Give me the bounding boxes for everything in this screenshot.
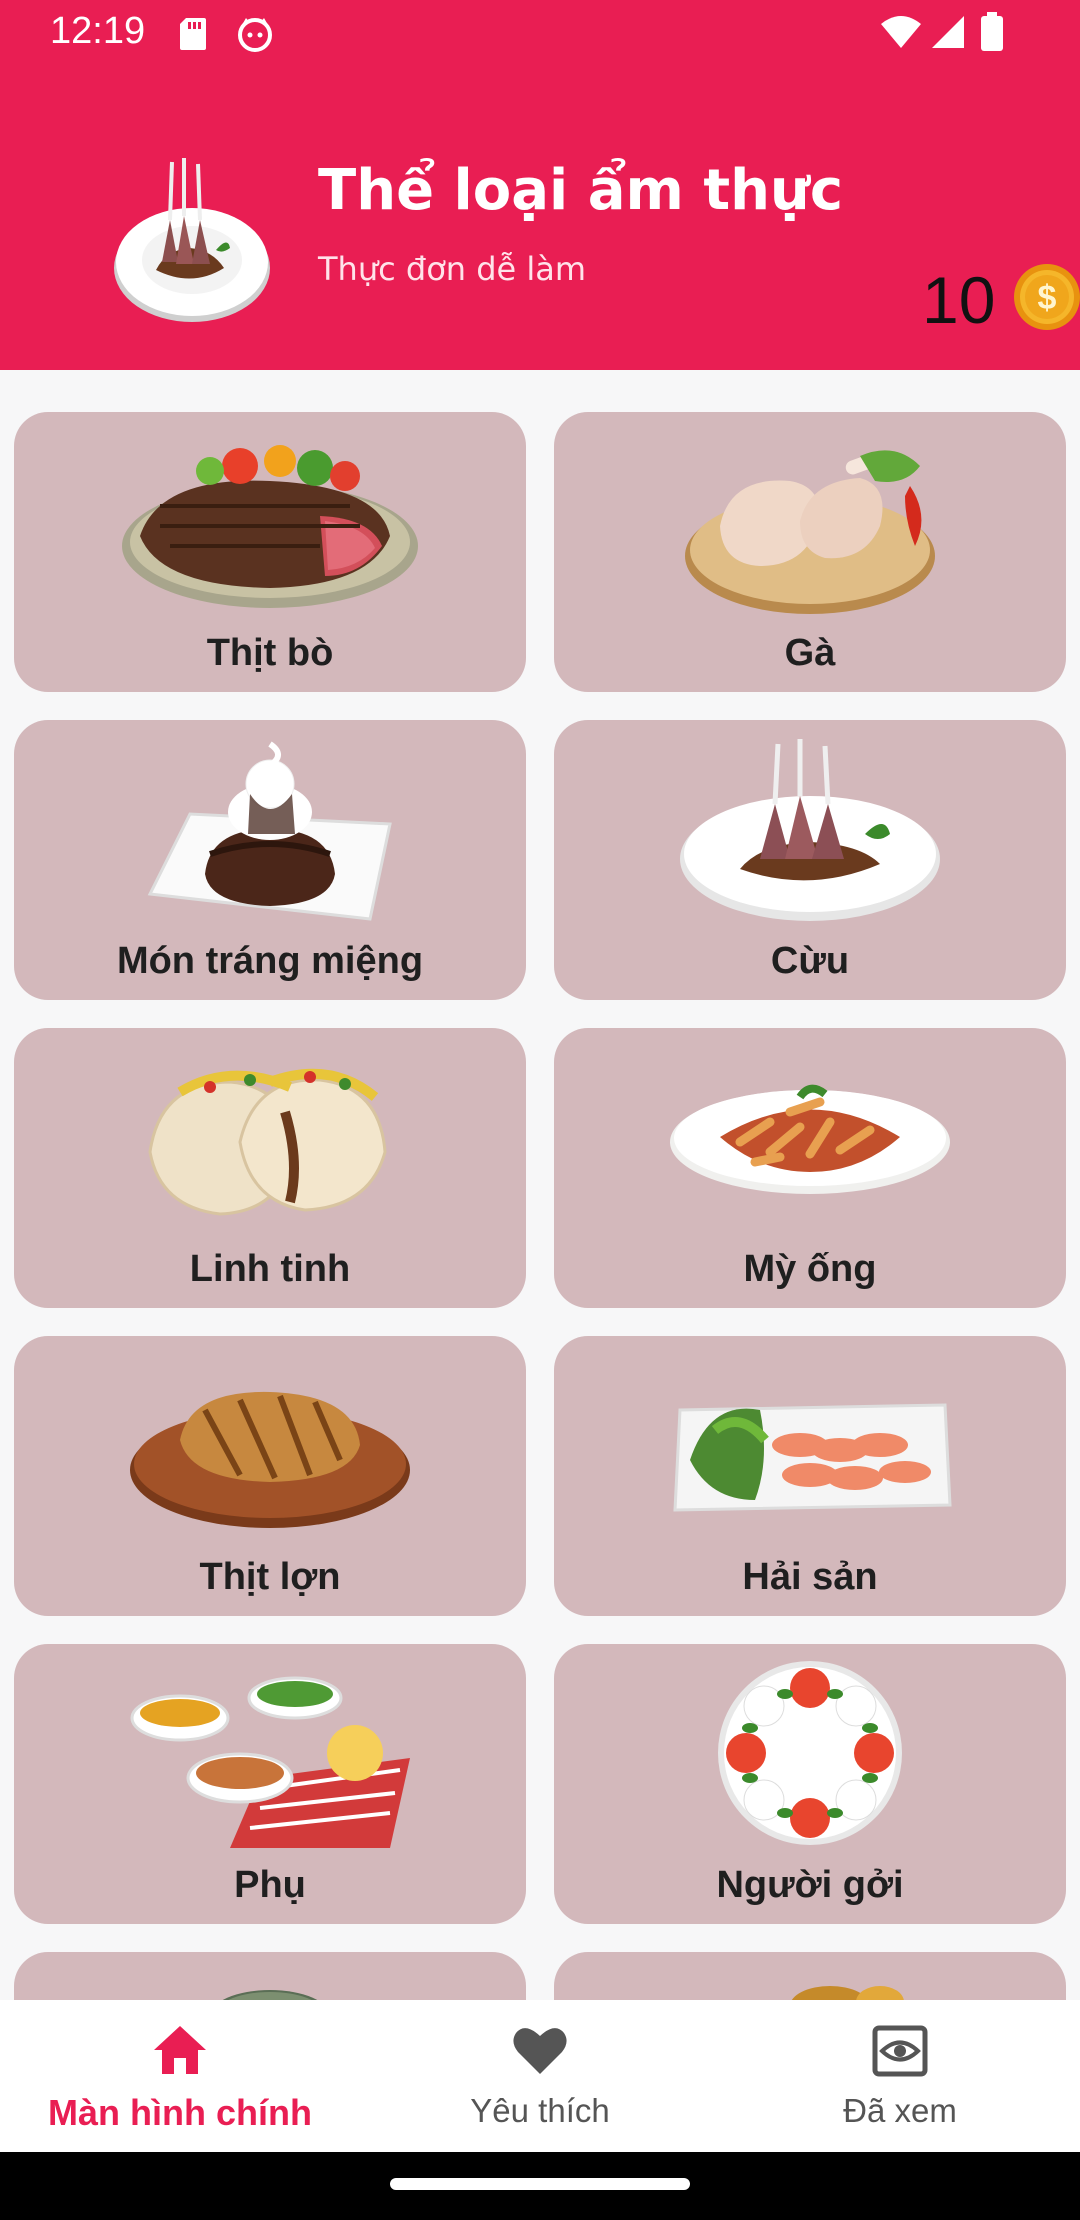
signal-icon	[932, 16, 964, 48]
nav-home[interactable]: Màn hình chính	[0, 2000, 360, 2152]
home-icon	[154, 2026, 206, 2074]
category-grid: Thịt bò Gà Món tráng miệng Cừu Linh tinh…	[14, 412, 1066, 2002]
caprese-icon	[718, 1661, 902, 1845]
lamb-plate-icon	[114, 158, 270, 322]
category-label: Phụ	[234, 1864, 306, 1906]
nav-viewed[interactable]: Đã xem	[720, 2000, 1080, 2152]
nav-label: Yêu thích	[470, 2092, 610, 2129]
pasta-icon	[670, 1084, 950, 1194]
dessert-icon	[147, 741, 392, 921]
page-title: Thể loại ẩm thực	[318, 158, 844, 223]
home-gesture-handle[interactable]	[390, 2178, 690, 2190]
category-label: Người gởi	[716, 1864, 904, 1906]
heart-icon	[513, 2028, 567, 2074]
sd-card-icon	[180, 18, 206, 50]
page-subtitle: Thực đơn dễ làm	[318, 250, 587, 288]
nav-label: Đã xem	[843, 2092, 957, 2129]
bottom-navigation: Màn hình chính Yêu thích Đã xem	[0, 2000, 1080, 2152]
category-card-dessert[interactable]: Món tráng miệng	[14, 720, 526, 1000]
category-label: Cừu	[770, 940, 850, 982]
coin-count: 10	[922, 263, 996, 337]
status-time: 12:19	[50, 10, 146, 52]
soup-icon	[790, 1986, 904, 2002]
raw-chicken-icon	[685, 450, 935, 614]
category-label: Mỳ ống	[743, 1248, 877, 1290]
category-card-sides[interactable]: Phụ	[14, 1644, 526, 1924]
side-dishes-icon	[130, 1676, 410, 1848]
category-card-misc[interactable]: Linh tinh	[14, 1028, 526, 1308]
category-card-seafood[interactable]: Hải sản	[554, 1336, 1066, 1616]
nav-label: Màn hình chính	[48, 2092, 312, 2133]
category-card-partial-left[interactable]	[14, 1952, 526, 2002]
lamb-rack-icon	[680, 739, 940, 921]
category-card-lamb[interactable]: Cừu	[554, 720, 1066, 1000]
category-label: Gà	[784, 632, 836, 674]
category-label: Linh tinh	[189, 1248, 351, 1290]
bowl-icon	[219, 1990, 321, 2002]
category-card-partial-right[interactable]	[554, 1952, 1066, 2002]
category-card-submitted[interactable]: Người gởi	[554, 1644, 1066, 1924]
category-card-chicken[interactable]: Gà	[554, 412, 1066, 692]
taco-icon	[148, 1068, 387, 1216]
app-header: 12:19 Thể loại ẩm thực Thực đơn dễ làm 1…	[0, 0, 1080, 370]
svg-text:$: $	[1038, 279, 1057, 317]
system-gesture-bar	[0, 2152, 1080, 2220]
steak-icon	[122, 445, 418, 608]
category-label: Thịt lợn	[199, 1556, 341, 1598]
category-label: Món tráng miệng	[116, 940, 424, 982]
nav-favorites[interactable]: Yêu thích	[360, 2000, 720, 2152]
eye-icon	[872, 2025, 928, 2077]
gold-coin-dollar-icon[interactable]: $	[1012, 262, 1080, 332]
category-card-pork[interactable]: Thịt lợn	[14, 1336, 526, 1616]
battery-icon	[981, 12, 1003, 51]
status-bar: 12:19	[0, 0, 1080, 70]
salmon-icon	[673, 1403, 952, 1512]
category-card-beef[interactable]: Thịt bò	[14, 412, 526, 692]
notification-app-icon	[238, 18, 272, 52]
wifi-icon	[881, 16, 921, 48]
category-label: Hải sản	[742, 1556, 878, 1598]
pork-chop-icon	[130, 1391, 410, 1528]
category-card-pasta[interactable]: Mỳ ống	[554, 1028, 1066, 1308]
category-label: Thịt bò	[206, 632, 334, 674]
